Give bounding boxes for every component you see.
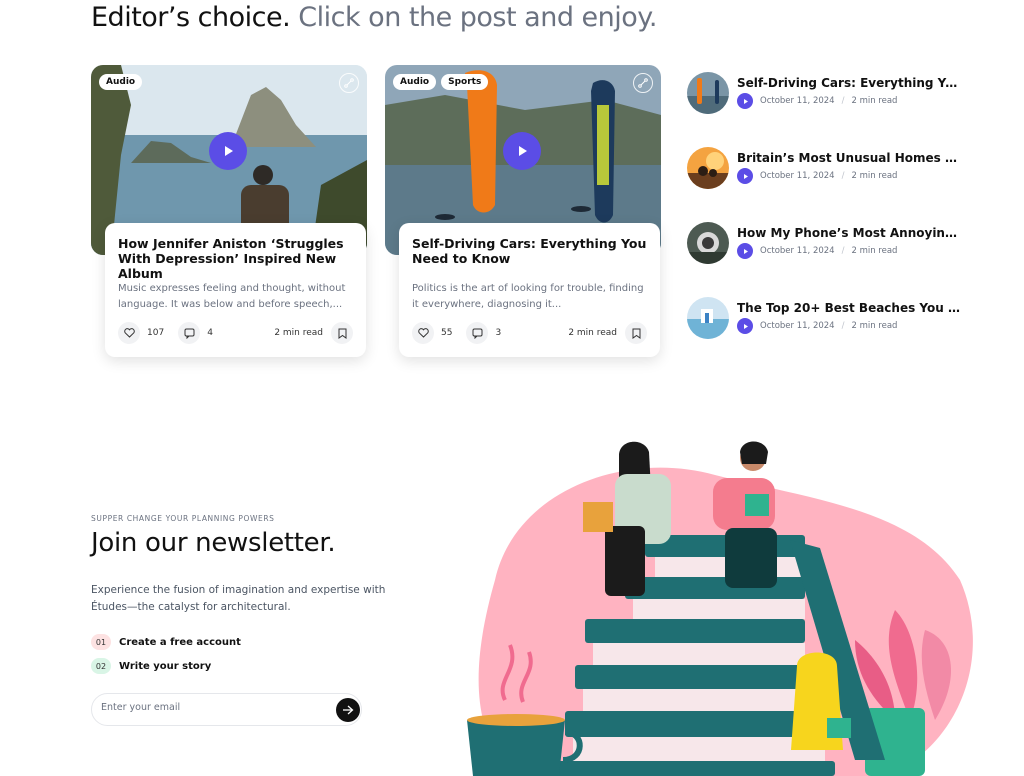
comment-icon[interactable] (466, 322, 489, 344)
side-post-date: October 11, 2024 (760, 96, 835, 106)
post-title[interactable]: Self-Driving Cars: Everything You Need t… (412, 236, 647, 268)
share-icon[interactable] (633, 73, 653, 93)
heading-primary: Editor’s choice. (91, 2, 291, 33)
newsletter-title: Join our newsletter. (91, 528, 336, 558)
post-title[interactable]: How Jennifer Aniston ‘Struggles With Dep… (118, 236, 353, 281)
tag-list: Audio Sports (393, 74, 489, 90)
play-icon[interactable] (503, 132, 541, 170)
side-post-thumb[interactable] (687, 72, 729, 114)
heart-icon[interactable] (118, 322, 140, 344)
read-time: 2 min read (568, 328, 617, 338)
post-excerpt: Music expresses feeling and thought, wit… (118, 283, 346, 310)
play-icon[interactable] (737, 243, 753, 259)
side-post-item[interactable]: How My Phone’s Most Annoying… October 11… (687, 222, 977, 266)
side-post-title[interactable]: Britain’s Most Unusual Homes for Sal… (737, 151, 962, 165)
side-post-item[interactable]: Self-Driving Cars: Everything You… Octob… (687, 72, 977, 116)
like-count: 107 (147, 328, 165, 338)
bookmark-icon[interactable] (625, 322, 647, 344)
heart-icon[interactable] (412, 322, 434, 344)
play-icon[interactable] (209, 132, 247, 170)
comment-icon[interactable] (178, 322, 201, 344)
tag-audio[interactable]: Audio (99, 74, 143, 90)
side-post-meta: October 11, 2024 / 2 min read (737, 243, 897, 259)
reading-illustration (455, 430, 975, 776)
step-label: Write your story (119, 660, 212, 672)
post-excerpt: Politics is the art of looking for troub… (412, 283, 644, 310)
side-post-meta: October 11, 2024 / 2 min read (737, 318, 897, 334)
newsletter-step: 02 Write your story (91, 658, 211, 674)
play-icon[interactable] (737, 93, 753, 109)
side-post-item[interactable]: Britain’s Most Unusual Homes for Sal… Oc… (687, 147, 977, 191)
side-post-title[interactable]: Self-Driving Cars: Everything You… (737, 76, 962, 90)
side-post-thumb[interactable] (687, 297, 729, 339)
post-card-body: Self-Driving Cars: Everything You Need t… (399, 223, 660, 357)
side-post-read-time: 2 min read (851, 321, 898, 331)
side-post-meta: October 11, 2024 / 2 min read (737, 93, 897, 109)
section-heading: Editor’s choice. Click on the post and e… (91, 2, 658, 33)
read-time: 2 min read (274, 328, 323, 338)
side-post-date: October 11, 2024 (760, 171, 835, 181)
comment-count: 4 (207, 328, 213, 338)
email-form (91, 693, 362, 726)
side-post-read-time: 2 min read (851, 96, 898, 106)
tag-sports[interactable]: Sports (441, 74, 489, 90)
post-meta: 107 4 2 min read (118, 322, 353, 344)
email-input[interactable] (101, 702, 331, 713)
post-card[interactable]: Audio Sports Self-Driving Cars: Everythi… (385, 65, 661, 357)
heading-secondary: Click on the post and enjoy. (298, 2, 658, 33)
side-post-date: October 11, 2024 (760, 246, 835, 256)
side-post-date: October 11, 2024 (760, 321, 835, 331)
side-post-meta: October 11, 2024 / 2 min read (737, 168, 897, 184)
play-icon[interactable] (737, 168, 753, 184)
side-post-item[interactable]: The Top 20+ Best Beaches You Can’t… Octo… (687, 297, 977, 341)
post-card-body: How Jennifer Aniston ‘Struggles With Dep… (105, 223, 366, 357)
side-post-title[interactable]: The Top 20+ Best Beaches You Can’t… (737, 301, 962, 315)
bookmark-icon[interactable] (331, 322, 353, 344)
arrow-right-icon[interactable] (336, 698, 360, 722)
step-label: Create a free account (119, 636, 241, 648)
post-card[interactable]: Audio How Jennifer Aniston ‘Struggles Wi… (91, 65, 367, 357)
share-icon[interactable] (339, 73, 359, 93)
like-count: 55 (441, 328, 453, 338)
step-number: 02 (91, 658, 111, 674)
side-post-thumb[interactable] (687, 222, 729, 264)
comment-count: 3 (495, 328, 502, 338)
newsletter-eyebrow: SUPPER CHANGE YOUR PLANNING POWERS (91, 514, 275, 523)
side-post-read-time: 2 min read (851, 246, 898, 256)
newsletter-step: 01 Create a free account (91, 634, 241, 650)
tag-list: Audio (99, 74, 143, 90)
side-post-read-time: 2 min read (851, 171, 898, 181)
side-post-thumb[interactable] (687, 147, 729, 189)
post-meta: 55 3 2 min read (412, 322, 647, 344)
play-icon[interactable] (737, 318, 753, 334)
side-post-title[interactable]: How My Phone’s Most Annoying… (737, 226, 962, 240)
tag-audio[interactable]: Audio (393, 74, 437, 90)
newsletter-description: Experience the fusion of imagination and… (91, 584, 386, 613)
step-number: 01 (91, 634, 111, 650)
